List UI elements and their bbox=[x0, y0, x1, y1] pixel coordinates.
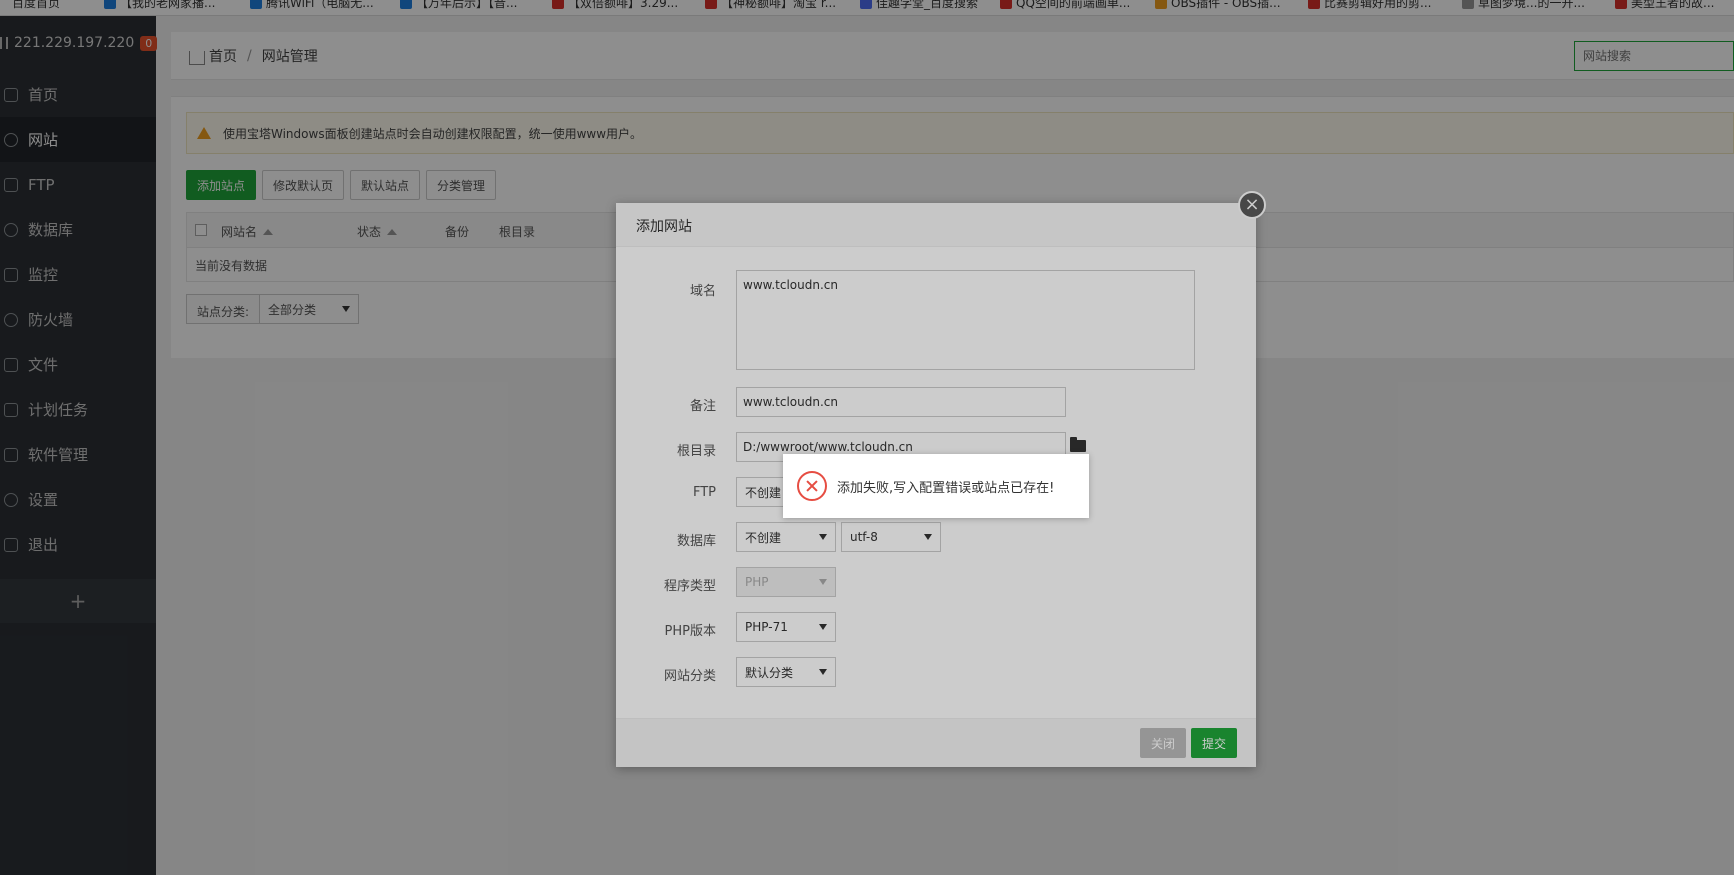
toast-overlay bbox=[0, 0, 1734, 875]
toast-message: 添加失败,写入配置错误或站点已存在! bbox=[837, 480, 1055, 496]
error-icon bbox=[797, 471, 827, 501]
error-toast: 添加失败,写入配置错误或站点已存在! bbox=[783, 454, 1089, 518]
